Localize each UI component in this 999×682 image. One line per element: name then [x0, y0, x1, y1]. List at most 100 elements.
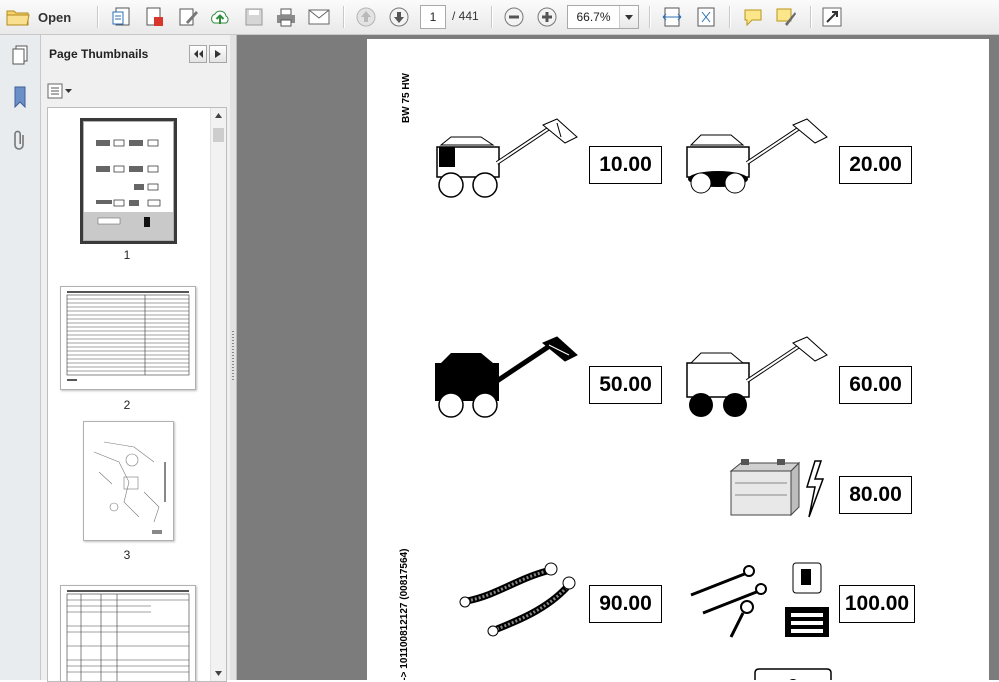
page-total: / 441	[452, 9, 479, 23]
pdf-page: BW 75 HW 6 -> 101100812127 (00817564) 10…	[367, 39, 989, 680]
price-box: 90.00	[589, 585, 662, 623]
thumbnail-page-3[interactable]	[83, 421, 174, 541]
printer-icon	[277, 8, 295, 27]
chevron-down-icon[interactable]	[619, 6, 638, 28]
roller-chassis-illustration	[435, 336, 578, 418]
minus-icon	[504, 7, 524, 27]
bookmarks-tab[interactable]	[8, 85, 32, 109]
create-pdf-button[interactable]	[110, 5, 134, 29]
thumbnail-scrollbar[interactable]	[210, 108, 226, 681]
save-disk-icon	[245, 8, 263, 26]
roller-drum-illustration	[686, 336, 828, 417]
roller-housing-illustration	[686, 118, 828, 194]
toolbar-divider	[810, 6, 812, 28]
paperclip-icon	[14, 130, 24, 150]
chevron-right-icon	[215, 50, 221, 58]
open-button-label: Open	[38, 9, 72, 25]
pdf-settings-button[interactable]	[142, 5, 166, 29]
document-view[interactable]: BW 75 HW 6 -> 101100812127 (00817564) 10…	[237, 35, 999, 680]
cloud-upload-icon	[211, 10, 229, 24]
zoom-out-button[interactable]	[502, 5, 526, 29]
arrow-up-icon	[356, 7, 376, 27]
price-box: 80.00	[839, 476, 912, 514]
email-button[interactable]	[307, 5, 331, 29]
collapse-panel-button[interactable]	[189, 45, 207, 63]
thumbnail-page-4[interactable]	[60, 585, 196, 681]
create-pdf-icon	[112, 7, 130, 26]
toolbar: Open 1 / 441 66.7%	[0, 0, 999, 35]
previous-page-button[interactable]	[354, 5, 378, 29]
folder-icon	[6, 10, 30, 26]
speech-bubble-icon	[744, 9, 762, 27]
next-page-button[interactable]	[387, 5, 411, 29]
price-box: 60.00	[839, 366, 912, 404]
roller-complete-illustration	[436, 118, 578, 198]
upload-button[interactable]	[208, 5, 232, 29]
options-list-icon	[47, 83, 63, 99]
battery-illustration	[729, 459, 825, 518]
pdf-document-icon	[146, 7, 163, 26]
scroll-down-icon[interactable]	[215, 671, 222, 676]
toolbar-divider	[491, 6, 493, 28]
panel-next-button[interactable]	[209, 45, 227, 63]
scrollbar-thumb[interactable]	[213, 128, 224, 142]
envelope-icon	[308, 9, 330, 25]
price-box: 10.00	[589, 146, 662, 184]
edit-button[interactable]	[176, 5, 200, 29]
serial-range-label: 6 -> 101100812127 (00817564)	[399, 548, 410, 680]
tools-and-keys-illustration	[690, 562, 829, 638]
fit-width-button[interactable]	[660, 5, 684, 29]
thumbnail-label: 2	[123, 398, 131, 412]
thumbnail-page-2[interactable]	[60, 286, 196, 390]
fit-page-icon	[697, 7, 715, 27]
chevron-down-icon	[65, 89, 72, 93]
navigation-pane	[0, 35, 41, 680]
open-button[interactable]: Open	[6, 4, 71, 30]
thumbnail-page-1[interactable]	[80, 118, 177, 244]
expand-button[interactable]	[820, 5, 844, 29]
edit-pencil-icon	[179, 8, 198, 26]
toolbar-divider	[649, 6, 651, 28]
thumbnail-label: 1	[123, 248, 131, 262]
page-number-input[interactable]: 1	[420, 5, 446, 29]
attachments-tab[interactable]	[8, 128, 32, 152]
expand-arrows-icon	[822, 7, 842, 27]
highlighter-icon	[776, 8, 796, 26]
page-2-preview	[66, 291, 190, 381]
comment-button[interactable]	[741, 5, 765, 29]
zoom-level-select[interactable]: 66.7%	[567, 5, 639, 29]
price-box: 100.00	[839, 585, 915, 623]
fit-width-icon	[662, 7, 682, 27]
toolbar-divider	[97, 6, 99, 28]
page-1-preview	[84, 122, 173, 240]
bookmark-icon	[14, 86, 26, 108]
toolbar-divider	[729, 6, 731, 28]
scroll-up-icon[interactable]	[215, 113, 222, 118]
model-label: BW 75 HW	[401, 73, 412, 123]
plus-icon	[537, 7, 557, 27]
thumbnail-list[interactable]: 1 2 3	[47, 107, 227, 682]
save-button[interactable]	[242, 5, 266, 29]
page-4-preview	[66, 590, 190, 681]
pages-icon	[12, 45, 28, 65]
double-chevron-left-icon	[194, 50, 203, 58]
zoom-value: 66.7%	[576, 10, 611, 24]
panel-splitter[interactable]	[230, 35, 237, 680]
thumbnails-panel: Page Thumbnails 1 2 3	[41, 35, 231, 682]
splitter-grip[interactable]	[232, 331, 234, 381]
panel-title: Page Thumbnails	[49, 47, 149, 61]
price-box: 20.00	[839, 146, 912, 184]
thumbnail-options-button[interactable]	[47, 83, 72, 99]
price-box: 50.00	[589, 366, 662, 404]
page-3-preview	[93, 441, 166, 534]
print-button[interactable]	[274, 5, 298, 29]
zoom-in-button[interactable]	[535, 5, 559, 29]
highlight-button[interactable]	[774, 5, 798, 29]
fit-page-button[interactable]	[694, 5, 718, 29]
arrow-down-icon	[389, 7, 409, 27]
hydraulic-hoses-illustration	[459, 562, 576, 637]
page-thumbnails-tab[interactable]	[8, 43, 32, 67]
toolbar-divider	[343, 6, 345, 28]
thumbnail-label: 3	[123, 548, 131, 562]
partial-illustration	[754, 668, 832, 680]
